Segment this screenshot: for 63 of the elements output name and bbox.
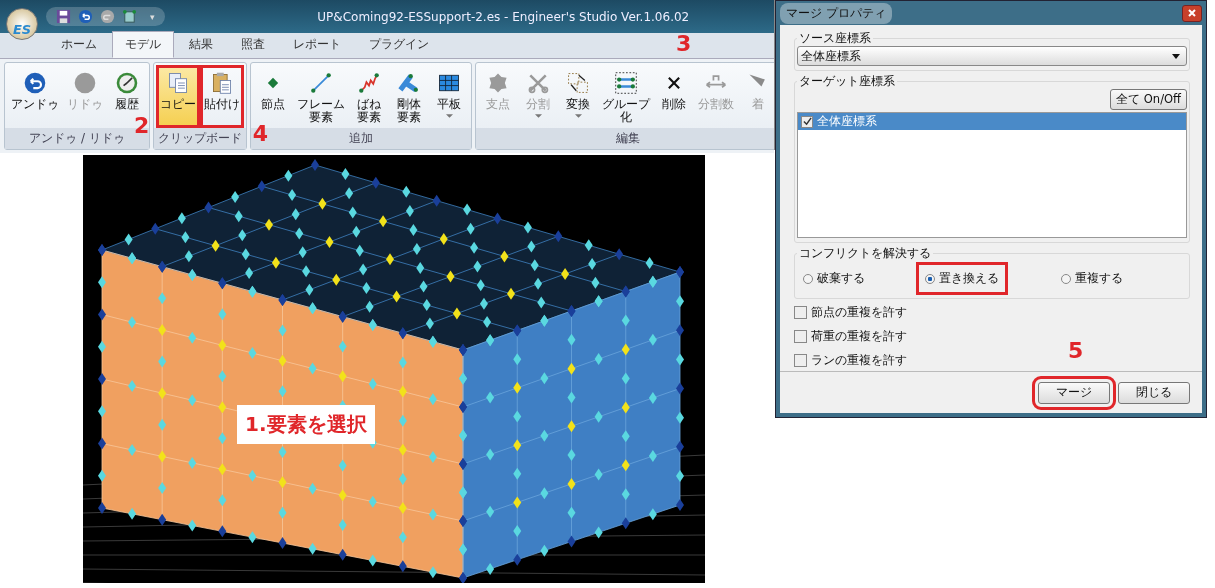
dropdown-arrow-icon — [1172, 53, 1180, 59]
ribbon-tab[interactable]: モデル — [112, 31, 174, 58]
radio-button[interactable] — [803, 273, 813, 284]
convert-icon — [566, 71, 590, 95]
group-label: 編集 — [476, 128, 774, 150]
ribbon-tab[interactable]: ホーム — [48, 31, 110, 58]
ribbon-tab[interactable]: レポート — [280, 31, 354, 58]
checkbox[interactable] — [801, 115, 813, 128]
ribbon-tab[interactable]: 照査 — [228, 31, 278, 58]
close-button[interactable] — [1182, 4, 1202, 22]
ribbon-button[interactable]: 削除 — [654, 65, 694, 129]
group-label: クリップボード — [154, 128, 246, 150]
toggle-all-button[interactable]: 全て On/Off — [1110, 89, 1187, 111]
ribbon-button[interactable]: 平板 — [429, 65, 469, 129]
frame-icon — [309, 71, 333, 95]
radio-option[interactable]: 置き換える — [919, 265, 1005, 293]
ribbon-button[interactable]: コピー — [156, 65, 200, 129]
ribbon-button[interactable]: フレーム 要素 — [293, 65, 349, 129]
ribbon-tab[interactable]: 結果 — [176, 31, 226, 58]
window-title: UP&Coming92-ESSupport-2.es - Engineer's Studio Ver.1.06.02 — [316, 9, 691, 24]
group-legend: ターゲット座標系 — [797, 74, 897, 90]
copy-icon — [166, 71, 190, 95]
dropdown-arrow-icon — [574, 114, 582, 119]
ribbon-button[interactable]: グループ 化 — [598, 65, 654, 129]
dialog-title: マージ プロパティ — [780, 2, 892, 24]
ribbon-button[interactable]: 剛体 要素 — [389, 65, 429, 129]
close-icon — [1187, 8, 1197, 19]
radio-button[interactable] — [925, 273, 935, 284]
step-number: 4 — [252, 123, 268, 145]
radio-option[interactable]: 重複する — [1055, 265, 1129, 293]
undo-icon[interactable] — [78, 9, 93, 24]
redo-icon[interactable] — [100, 9, 115, 24]
undo-icon — [23, 71, 47, 95]
checkbox[interactable] — [794, 306, 807, 320]
ribbon-button[interactable]: 変換 — [558, 65, 598, 129]
dialog-button[interactable]: 閉じる — [1118, 381, 1190, 404]
ribbon-button[interactable]: アンドゥ — [7, 65, 63, 129]
group-icon — [614, 71, 638, 95]
step-number: 5 — [1068, 339, 1084, 362]
spring-icon — [357, 71, 381, 95]
model-icon[interactable] — [122, 9, 137, 24]
group-legend: コンフリクトを解決する — [797, 246, 933, 262]
group-legend: ソース座標系 — [797, 31, 873, 47]
dropdown-arrow-icon — [445, 114, 453, 119]
redo-icon — [73, 71, 97, 95]
step-number: 3 — [676, 33, 692, 55]
radio-button[interactable] — [1061, 273, 1071, 284]
checkbox-option[interactable]: 荷重の重複を許す — [794, 326, 907, 348]
radio-option[interactable]: 破棄する — [797, 265, 919, 293]
checkbox-option[interactable]: ランの重複を許す — [794, 350, 907, 372]
checkbox-option[interactable]: 節点の重複を許す — [794, 302, 907, 324]
source-select[interactable]: 全体座標系 — [797, 46, 1187, 67]
step-annotation: 1.要素を選択 — [237, 405, 375, 444]
ribbon-tab[interactable]: プラグイン — [356, 31, 442, 58]
rigid-icon — [397, 71, 421, 95]
history-icon — [115, 71, 139, 95]
checkbox[interactable] — [794, 354, 807, 368]
ribbon-button[interactable]: ばね 要素 — [349, 65, 389, 129]
checkbox[interactable] — [794, 330, 807, 344]
ribbon-button[interactable]: 貼付け — [200, 65, 244, 129]
dropdown-arrow-icon — [534, 114, 542, 119]
paste-icon — [210, 71, 234, 95]
save-icon[interactable] — [56, 9, 71, 24]
